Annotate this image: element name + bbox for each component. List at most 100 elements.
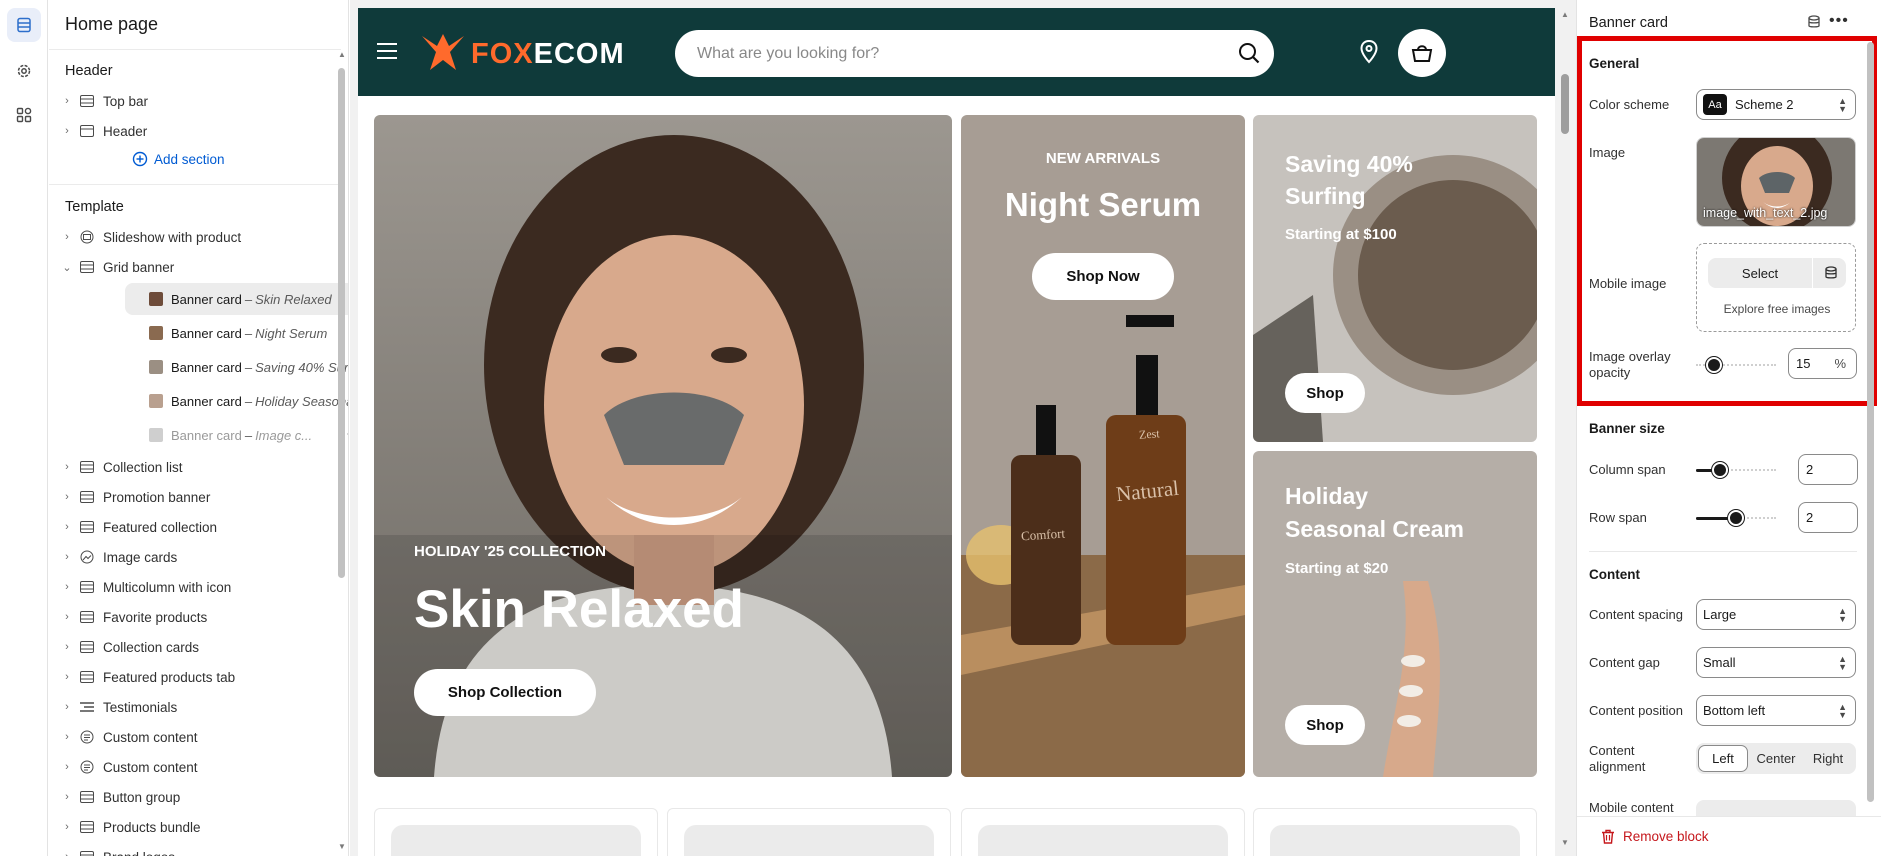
panel-title: Banner card bbox=[1589, 15, 1668, 31]
content-alignment-segmented: Left Center Right bbox=[1696, 743, 1856, 774]
shop-now-button[interactable]: Shop Now bbox=[1032, 253, 1174, 300]
more-options-icon[interactable]: ••• bbox=[1829, 12, 1849, 30]
banner-card-holiday-seasonal-cream[interactable]: Holiday Seasonal Cream Starting at $20 S… bbox=[1253, 451, 1537, 777]
icon-rail bbox=[0, 0, 48, 856]
row-span-value: 2 bbox=[1806, 510, 1814, 525]
section-featured-products-tab[interactable]: › Featured products tab bbox=[59, 662, 331, 692]
chevron-right-icon[interactable]: › bbox=[59, 581, 75, 593]
preview-scrollbar[interactable]: ▲ ▼ bbox=[1556, 0, 1574, 856]
section-custom-content[interactable]: › Custom content bbox=[59, 722, 331, 752]
eye-hidden-icon[interactable] bbox=[347, 428, 348, 443]
section-custom-content[interactable]: › Custom content bbox=[59, 752, 331, 782]
shop-collection-button[interactable]: Shop Collection bbox=[414, 669, 596, 716]
storefront-preview: FOXECOM What are you looking for? HOLIDA… bbox=[350, 0, 1576, 856]
banner-card-saving-surfing[interactable]: Saving 40% Surfing Starting at $100 Shop bbox=[1253, 115, 1537, 442]
store-search-input[interactable] bbox=[697, 30, 1217, 77]
slider-knob[interactable] bbox=[1712, 462, 1728, 478]
chevron-right-icon[interactable]: › bbox=[59, 761, 75, 773]
fox-logo-icon[interactable] bbox=[420, 32, 466, 75]
chevron-right-icon[interactable]: › bbox=[59, 851, 75, 856]
product-card-placeholder bbox=[667, 808, 951, 856]
sections-icon[interactable] bbox=[7, 8, 41, 42]
block-suffix: Night Serum bbox=[255, 325, 328, 341]
section-multicolumn-with-icon[interactable]: › Multicolumn with icon bbox=[59, 572, 331, 602]
content-position-label: Content position bbox=[1589, 703, 1683, 718]
section-collection-cards[interactable]: › Collection cards bbox=[59, 632, 331, 662]
shop-button[interactable]: Shop bbox=[1285, 373, 1365, 413]
card-eyebrow: HOLIDAY '25 COLLECTION bbox=[414, 543, 606, 560]
cart-bag-icon[interactable] bbox=[1398, 29, 1446, 77]
section-image-cards[interactable]: › Image cards bbox=[59, 542, 331, 572]
content-spacing-select[interactable]: Large ▲ ▼ bbox=[1696, 599, 1856, 630]
content-gap-select[interactable]: Small ▲ ▼ bbox=[1696, 647, 1856, 678]
chevron-right-icon[interactable]: › bbox=[59, 611, 75, 623]
section-collection-list[interactable]: › Collection list bbox=[59, 452, 331, 482]
section-slideshow-with-product[interactable]: › Slideshow with product bbox=[59, 222, 331, 252]
banner-card-night-serum[interactable]: Comfort Zest Natural NEW ARRIVALS Night … bbox=[961, 115, 1245, 777]
section-button-group[interactable]: › Button group bbox=[59, 782, 331, 812]
right-scrollbar[interactable] bbox=[1867, 42, 1875, 812]
template-group-label: Template bbox=[65, 199, 124, 215]
block-banner-card[interactable]: Banner card – Night Serum bbox=[125, 317, 348, 349]
chevron-right-icon[interactable]: › bbox=[59, 125, 75, 137]
section-top-bar[interactable]: › Top bar bbox=[59, 86, 331, 116]
block-dash: – bbox=[244, 427, 253, 443]
add-section-label: Add section bbox=[154, 151, 225, 167]
chevron-right-icon[interactable]: › bbox=[59, 791, 75, 803]
location-pin-icon[interactable] bbox=[1360, 39, 1378, 67]
slider-knob[interactable] bbox=[1728, 510, 1744, 526]
hamburger-menu-icon[interactable] bbox=[376, 42, 398, 63]
left-scrollbar[interactable]: ▲ ▼ bbox=[338, 50, 346, 856]
chevron-right-icon[interactable]: › bbox=[59, 231, 75, 243]
block-name: Banner card bbox=[171, 291, 242, 307]
chevron-right-icon[interactable]: › bbox=[59, 701, 75, 713]
layout-icon bbox=[79, 260, 95, 274]
section-promotion-banner[interactable]: › Promotion banner bbox=[59, 482, 331, 512]
remove-block-button[interactable]: Remove block bbox=[1601, 829, 1709, 844]
alignment-right-option[interactable]: Right bbox=[1802, 745, 1854, 772]
store-search[interactable] bbox=[675, 30, 1274, 77]
section-products-bundle[interactable]: › Products bundle bbox=[59, 812, 331, 842]
banner-card-skin-relaxed[interactable]: HOLIDAY '25 COLLECTION Skin Relaxed Shop… bbox=[374, 115, 952, 777]
chevron-right-icon[interactable]: › bbox=[59, 551, 75, 563]
select-arrows-icon: ▲ ▼ bbox=[1838, 606, 1847, 624]
add-section-button[interactable]: Add section bbox=[132, 151, 225, 167]
search-icon[interactable] bbox=[1238, 42, 1260, 67]
block-banner-card[interactable]: Banner card – Skin Relaxed bbox=[125, 283, 348, 315]
row-span-slider[interactable] bbox=[1696, 510, 1776, 526]
alignment-center-option[interactable]: Center bbox=[1750, 745, 1802, 772]
section-favorite-products[interactable]: › Favorite products bbox=[59, 602, 331, 632]
chevron-right-icon[interactable]: › bbox=[59, 491, 75, 503]
section-testimonials[interactable]: › Testimonials bbox=[59, 692, 331, 722]
chevron-right-icon[interactable]: › bbox=[59, 95, 75, 107]
section-label: Image cards bbox=[103, 549, 178, 565]
layout-icon bbox=[79, 820, 95, 834]
row-span-input[interactable]: 2 bbox=[1798, 502, 1858, 533]
block-banner-card[interactable]: Banner card–Saving 40% Surfing bbox=[125, 351, 348, 383]
chevron-right-icon[interactable]: › bbox=[59, 641, 75, 653]
chevron-right-icon[interactable]: › bbox=[59, 821, 75, 833]
column-span-slider[interactable] bbox=[1696, 462, 1776, 478]
chevron-right-icon[interactable]: › bbox=[59, 521, 75, 533]
block-banner-card[interactable]: Banner card–Holiday Seasonal ... bbox=[125, 385, 348, 417]
column-span-label: Column span bbox=[1589, 462, 1666, 477]
chevron-right-icon[interactable]: › bbox=[59, 671, 75, 683]
chevron-right-icon[interactable]: › bbox=[59, 461, 75, 473]
section-header[interactable]: › Header bbox=[59, 116, 331, 146]
chevron-down-icon[interactable]: ⌄ bbox=[59, 261, 75, 274]
shop-button[interactable]: Shop bbox=[1285, 705, 1365, 745]
content-position-select[interactable]: Bottom left ▲ ▼ bbox=[1696, 695, 1856, 726]
store-logo-text[interactable]: FOXECOM bbox=[471, 38, 625, 71]
section-featured-collection[interactable]: › Featured collection bbox=[59, 512, 331, 542]
settings-gear-icon[interactable] bbox=[7, 54, 41, 88]
alignment-left-option[interactable]: Left bbox=[1698, 745, 1748, 772]
section-label: Featured products tab bbox=[103, 669, 236, 685]
column-span-input[interactable]: 2 bbox=[1798, 454, 1858, 485]
section-grid-banner[interactable]: ⌄ Grid banner bbox=[59, 252, 331, 282]
database-icon[interactable] bbox=[1807, 15, 1821, 32]
block-banner-card[interactable]: Banner card – Image c... bbox=[125, 419, 348, 451]
chevron-right-icon[interactable]: › bbox=[59, 731, 75, 743]
layout-icon bbox=[79, 610, 95, 624]
apps-icon[interactable] bbox=[7, 98, 41, 132]
section-brand-logos[interactable]: › Brand logos bbox=[59, 842, 331, 856]
